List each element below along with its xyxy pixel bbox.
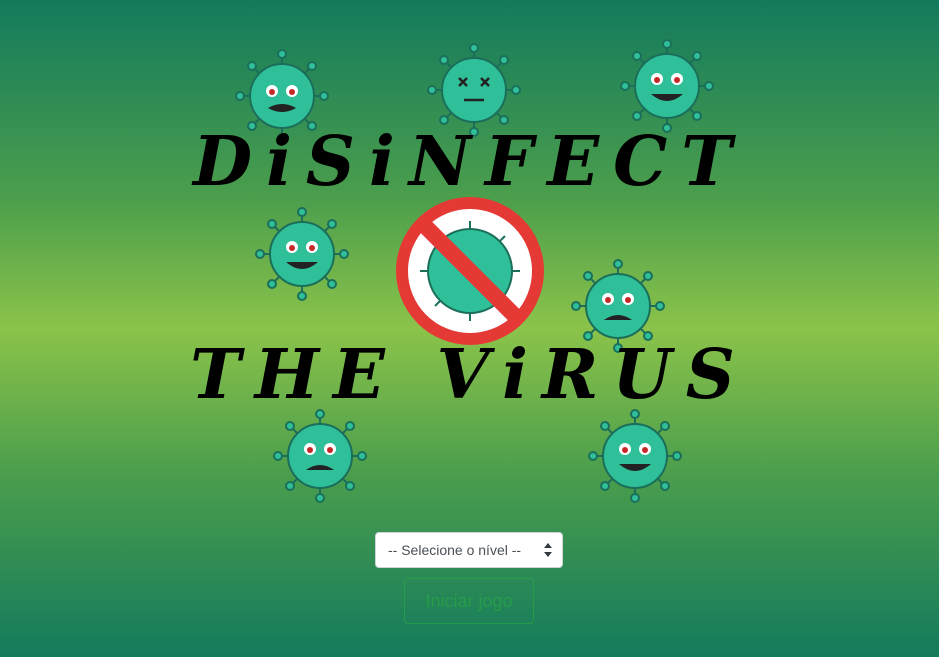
start-game-button[interactable]: Iniciar jogo — [404, 578, 534, 624]
game-title-line2: THE ViRUS — [190, 335, 749, 415]
no-virus-icon — [396, 197, 544, 345]
select-arrows-icon — [544, 543, 552, 557]
virus-icon — [255, 207, 349, 301]
virus-icon — [588, 409, 682, 503]
virus-icon — [273, 409, 367, 503]
virus-icon — [620, 39, 714, 133]
game-title-line1: DiSiNFECT — [193, 122, 746, 202]
level-select-value: -- Selecione o nível -- — [388, 542, 522, 558]
level-select[interactable]: -- Selecione o nível -- — [375, 532, 563, 568]
